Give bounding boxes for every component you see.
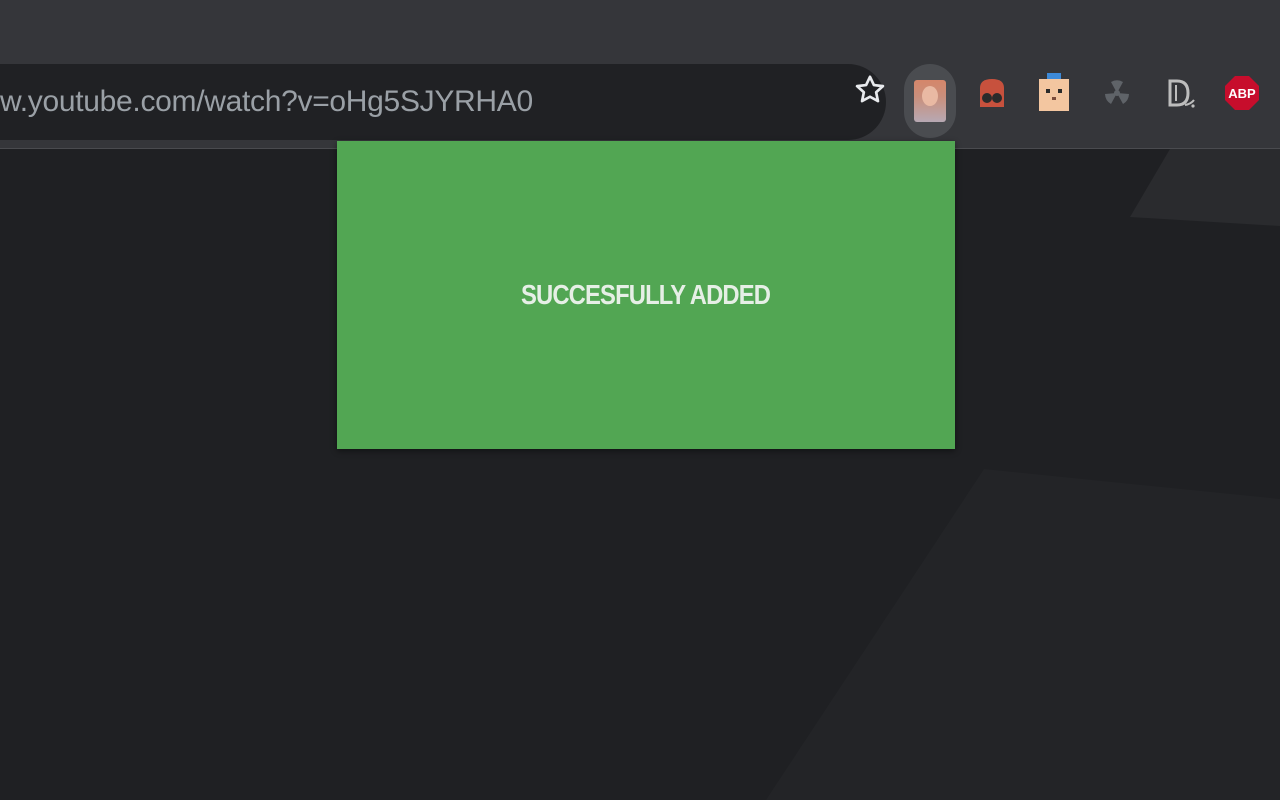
abp-label: ABP — [1228, 86, 1256, 101]
tab-strip — [0, 0, 1280, 52]
cat-face-icon[interactable] — [1034, 73, 1074, 113]
background-shape — [760, 469, 1280, 800]
profile-extension-button[interactable] — [904, 64, 956, 138]
abp-stop-sign-icon[interactable]: ABP — [1222, 73, 1262, 113]
extension-popup: SUCCESFULLY ADDED — [337, 141, 955, 449]
radiation-icon[interactable] — [1097, 73, 1137, 113]
ghost-icon[interactable] — [972, 73, 1012, 113]
success-message: SUCCESFULLY ADDED — [521, 279, 771, 310]
background-shape — [1130, 149, 1280, 229]
address-bar[interactable]: w.youtube.com/watch?v=oHg5SJYRHA0 — [0, 64, 886, 140]
d-logo-icon[interactable] — [1160, 73, 1200, 113]
bookmark-star-icon[interactable] — [852, 72, 888, 108]
profile-photo-icon — [914, 80, 946, 122]
browser-toolbar: w.youtube.com/watch?v=oHg5SJYRHA0 ABP — [0, 52, 1280, 149]
address-bar-url[interactable]: w.youtube.com/watch?v=oHg5SJYRHA0 — [0, 64, 533, 140]
